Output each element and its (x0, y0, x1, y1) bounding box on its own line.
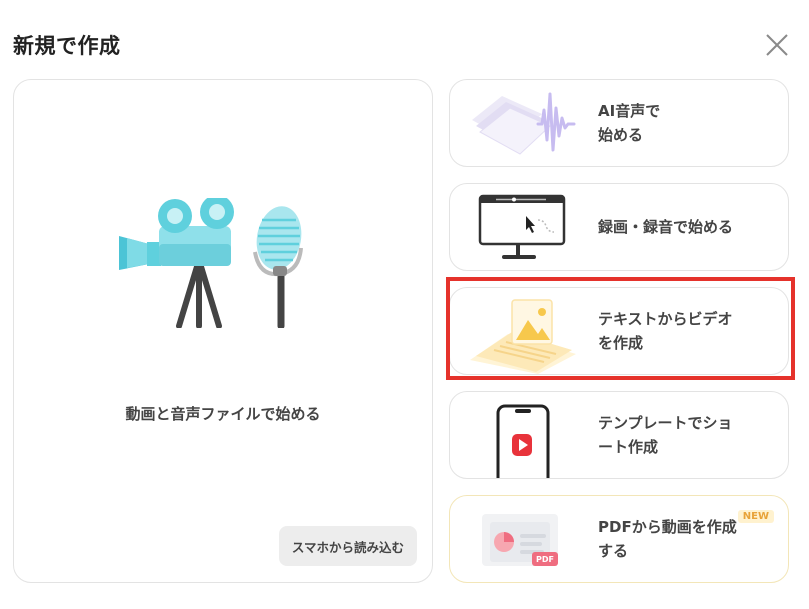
pdf-to-video-label: PDFから動画を作成 する (598, 518, 737, 560)
close-button[interactable] (764, 32, 790, 58)
pdf-document-illustration: PDF (482, 514, 558, 566)
ai-voice-label: AI音声で 始める (598, 102, 661, 144)
text-to-video-label: テキストからビデオ を作成 (598, 310, 733, 352)
record-card[interactable]: 録画・録音で始める (449, 183, 789, 271)
ai-voice-card[interactable]: AI音声で 始める (449, 79, 789, 167)
record-label: 録画・録音で始める (598, 218, 734, 236)
monitor-cursor-illustration (478, 194, 566, 259)
smartphone-shorts-illustration (496, 404, 550, 478)
image-document-illustration (470, 299, 576, 374)
start-with-video-audio-label: 動画と音声ファイルで始める (125, 405, 321, 423)
waveform-document-illustration (472, 92, 576, 155)
close-icon (766, 34, 788, 56)
new-badge: NEW (737, 510, 774, 523)
template-short-card[interactable]: テンプレートでショ ート作成 (449, 391, 789, 479)
template-short-label: テンプレートでショ ート作成 (598, 414, 733, 456)
pdf-tag: PDF (536, 555, 554, 564)
text-to-video-card[interactable]: テキストからビデオ を作成 (449, 287, 789, 375)
start-with-video-audio-card[interactable]: 動画と音声ファイルで始める スマホから読み込む (13, 79, 433, 583)
dialog-title: 新規で作成 (13, 34, 121, 58)
pdf-to-video-card[interactable]: PDF PDFから動画を作成 する NEW (449, 495, 789, 583)
import-from-phone-button[interactable]: スマホから読み込む (279, 526, 417, 566)
camera-microphone-illustration (119, 198, 303, 328)
